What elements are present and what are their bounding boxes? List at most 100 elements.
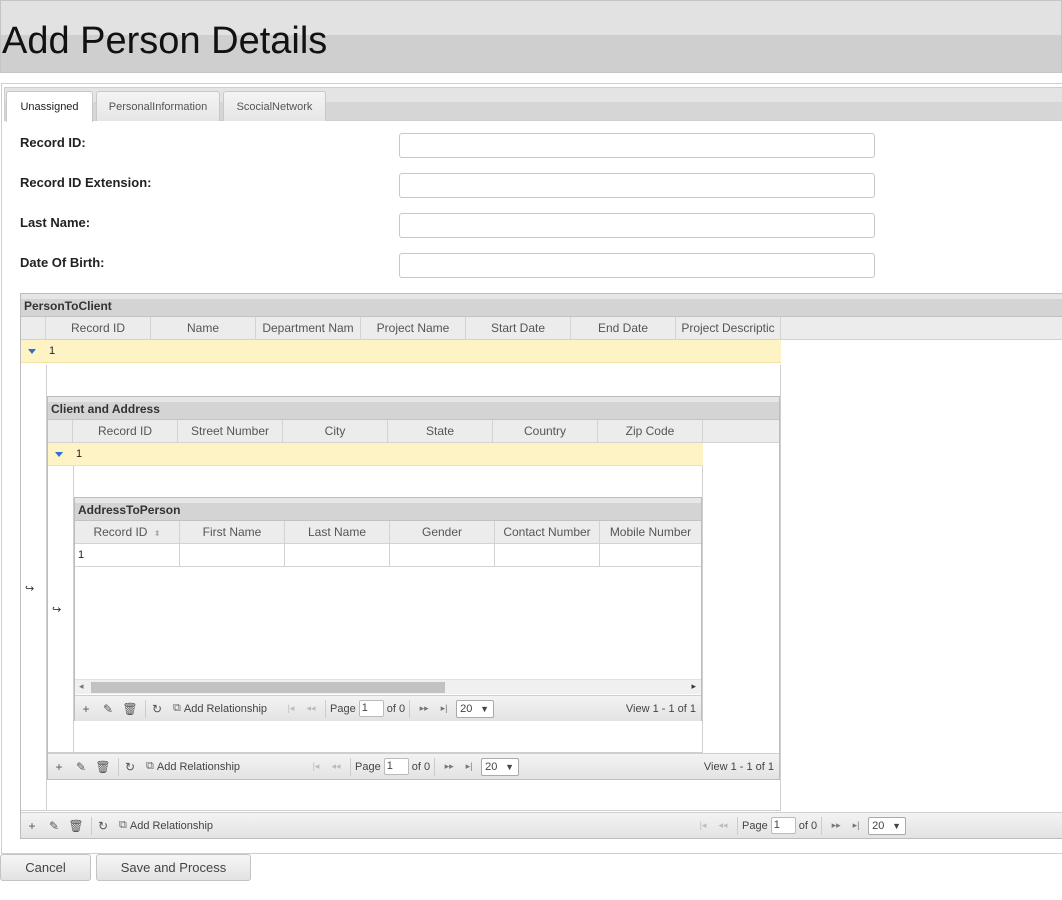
last-name-input[interactable]	[399, 213, 875, 238]
column-header[interactable]: Street Number	[178, 420, 283, 442]
column-header[interactable]: Start Date	[466, 317, 571, 339]
column-header[interactable]: End Date	[571, 317, 676, 339]
tab-personal-information[interactable]: PersonalInformation	[96, 91, 220, 121]
column-header[interactable]: City	[283, 420, 388, 442]
next-page-icon[interactable]: ▸▸	[826, 820, 846, 831]
edit-icon[interactable]: ✎	[43, 819, 65, 833]
add-row-icon[interactable]: +	[21, 819, 43, 833]
last-name-label: Last Name:	[20, 215, 91, 230]
cancel-button[interactable]: Cancel	[0, 854, 91, 881]
tab-social-network[interactable]: ScocialNetwork	[223, 91, 326, 121]
refresh-icon[interactable]: ↻	[123, 760, 137, 774]
table-row[interactable]: 1	[48, 443, 703, 466]
view-records-info: View 1 - 1 of 1	[625, 702, 696, 715]
grid-header-row: Record ID Street Number City State Count…	[48, 420, 779, 443]
expand-row-icon[interactable]	[21, 340, 46, 362]
column-header[interactable]: State	[388, 420, 493, 442]
table-row[interactable]: 1	[21, 340, 781, 363]
sort-icon[interactable]: ⬍	[154, 529, 161, 538]
client-address-pager: + ✎ 🗑 ↻ ⧉ Add Relationship |◂ ◂◂ Page 1 …	[48, 753, 779, 779]
refresh-icon[interactable]: ↻	[96, 819, 110, 833]
refresh-icon[interactable]: ↻	[150, 702, 164, 716]
add-relationship-button[interactable]: Add Relationship	[157, 761, 240, 773]
last-page-icon[interactable]: ▸|	[846, 820, 866, 831]
column-header[interactable]: Last Name	[285, 521, 390, 543]
person-to-client-pager: + ✎ 🗑 ↻ ⧉ Add Relationship |◂ ◂◂ Page 1 …	[21, 812, 1062, 838]
delete-icon[interactable]: 🗑	[119, 702, 141, 716]
record-id-input[interactable]	[399, 133, 875, 158]
expand-row-icon[interactable]	[48, 443, 73, 465]
subgrid-divider	[702, 466, 703, 752]
add-relationship-icon: ⧉	[146, 760, 154, 772]
scrollbar-thumb[interactable]	[91, 682, 445, 693]
prev-page-icon[interactable]: ◂◂	[326, 761, 346, 772]
add-row-icon[interactable]: +	[75, 702, 97, 716]
page-label: Page	[355, 760, 381, 773]
tab-unassigned[interactable]: Unassigned	[6, 91, 93, 122]
column-header[interactable]: Record ID ⬍	[75, 521, 180, 543]
pager-spacer	[141, 758, 142, 776]
first-page-icon[interactable]: |◂	[306, 761, 326, 772]
save-and-process-button[interactable]: Save and Process	[96, 854, 251, 881]
subgrid-divider	[780, 365, 781, 811]
next-page-icon[interactable]: ▸▸	[414, 703, 434, 714]
table-row[interactable]: 1	[75, 544, 701, 567]
scroll-right-icon[interactable]: ▸	[691, 681, 696, 692]
grid-caption: Client and Address	[48, 397, 779, 420]
add-row-icon[interactable]: +	[48, 760, 70, 774]
contact-number-cell	[495, 544, 600, 566]
last-page-icon[interactable]: ▸|	[434, 703, 454, 714]
edit-icon[interactable]: ✎	[70, 760, 92, 774]
page-number-input[interactable]: 1	[383, 758, 409, 775]
date-of-birth-label: Date Of Birth:	[20, 255, 105, 270]
page-number-input[interactable]: 1	[358, 700, 384, 717]
rows-per-page-select[interactable]: 20 ▼	[456, 699, 495, 718]
rows-per-page-select[interactable]: 20 ▼	[481, 757, 520, 776]
column-header[interactable]: Zip Code	[598, 420, 703, 442]
page-count-label: of 0	[411, 760, 431, 773]
rows-per-page-select[interactable]: 20 ▼	[868, 816, 907, 835]
grid-header-row: Record ID Name Department Nam Project Na…	[21, 317, 1062, 340]
subgrid-divider	[21, 810, 781, 811]
column-header[interactable]: Record ID	[73, 420, 178, 442]
pager-spacer	[168, 700, 169, 718]
column-header[interactable]: Mobile Number	[600, 521, 701, 543]
column-header[interactable]: Project Name	[361, 317, 466, 339]
delete-icon[interactable]: 🗑	[65, 819, 87, 833]
pager-separator	[91, 816, 92, 835]
last-page-icon[interactable]: ▸|	[459, 761, 479, 772]
page-count-label: of 0	[386, 702, 406, 715]
column-header[interactable]: Record ID	[46, 317, 151, 339]
record-id-extension-input[interactable]	[399, 173, 875, 198]
edit-icon[interactable]: ✎	[97, 702, 119, 716]
next-page-icon[interactable]: ▸▸	[439, 761, 459, 772]
scroll-left-icon[interactable]: ◂	[79, 681, 84, 692]
add-relationship-icon: ⧉	[173, 702, 181, 714]
subgrid-arrow-icon: ↪	[52, 604, 62, 616]
column-header[interactable]: Name	[151, 317, 256, 339]
column-header[interactable]: Department Nam	[256, 317, 361, 339]
record-id-cell: 1	[76, 448, 83, 460]
prev-page-icon[interactable]: ◂◂	[713, 820, 733, 831]
add-relationship-button[interactable]: Add Relationship	[130, 820, 213, 832]
add-relationship-button[interactable]: Add Relationship	[184, 703, 267, 715]
column-header[interactable]: First Name	[180, 521, 285, 543]
grid-header-spacer	[48, 420, 73, 442]
first-page-icon[interactable]: |◂	[693, 820, 713, 831]
page-number-input[interactable]: 1	[770, 817, 796, 834]
column-header[interactable]: Contact Number	[495, 521, 600, 543]
prev-page-icon[interactable]: ◂◂	[301, 703, 321, 714]
mobile-number-cell	[600, 544, 701, 566]
date-of-birth-input[interactable]	[399, 253, 875, 278]
delete-icon[interactable]: 🗑	[92, 760, 114, 774]
column-header[interactable]: Gender	[390, 521, 495, 543]
horizontal-scrollbar[interactable]: ◂ ▸	[75, 679, 701, 694]
first-page-icon[interactable]: |◂	[281, 703, 301, 714]
column-header[interactable]: Country	[493, 420, 598, 442]
pager-separator	[434, 757, 436, 776]
pager-separator	[350, 757, 352, 776]
column-header[interactable]: Project Descriptic	[676, 317, 781, 339]
page-title: Add Person Details	[2, 20, 328, 62]
last-name-cell	[285, 544, 390, 566]
page-label: Page	[742, 819, 768, 832]
